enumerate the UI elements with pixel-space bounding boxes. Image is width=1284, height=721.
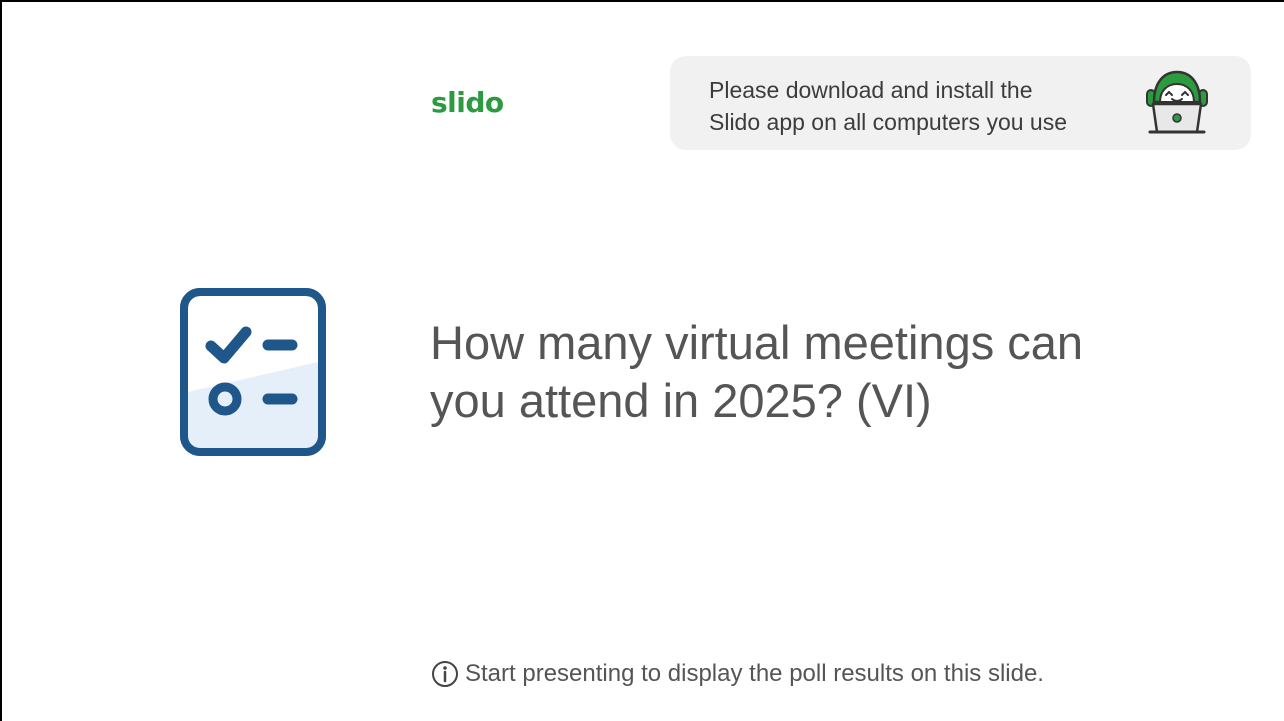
slido-laptop-mascot-icon xyxy=(1146,70,1208,134)
notice-line-2: Slido app on all computers you use xyxy=(709,109,1067,135)
info-text: Start presenting to display the poll res… xyxy=(465,660,1044,687)
install-app-notice: Please download and install the Slido ap… xyxy=(670,56,1251,150)
question-line-1: How many virtual meetings can xyxy=(430,316,1084,369)
presenting-info-message: Start presenting to display the poll res… xyxy=(431,660,1044,688)
question-line-2: you attend in 2025? (VI) xyxy=(430,374,932,427)
poll-checklist-icon xyxy=(180,288,326,456)
poll-slide: slido Please download and install the Sl… xyxy=(0,0,1284,721)
notice-line-1: Please download and install the xyxy=(709,77,1033,103)
info-circle-icon xyxy=(432,661,458,687)
notice-text: Please download and install the Slido ap… xyxy=(709,74,1067,138)
slido-logo: slido xyxy=(431,86,504,119)
poll-question: How many virtual meetings can you attend… xyxy=(430,314,1083,430)
